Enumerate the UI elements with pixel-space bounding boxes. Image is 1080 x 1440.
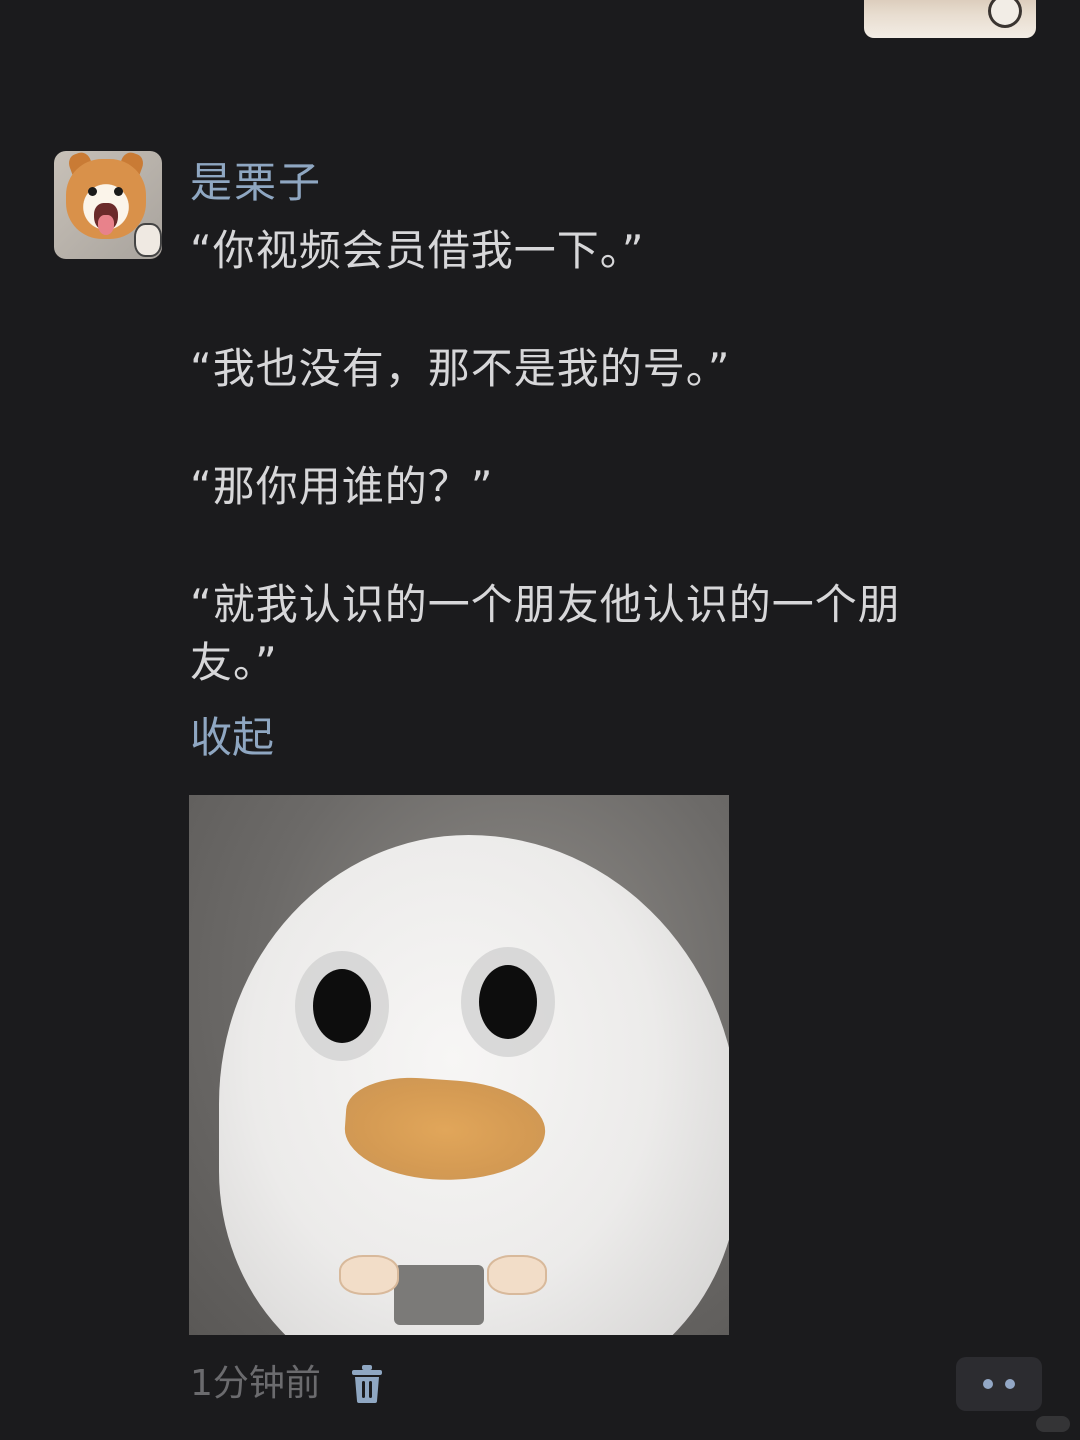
dog-eye-left	[88, 187, 97, 196]
paw-illustration	[988, 0, 1022, 28]
trash-icon-svg	[352, 1365, 382, 1403]
more-dots-icon	[983, 1379, 993, 1389]
comment-sticker-image[interactable]	[189, 795, 729, 1335]
duck-eye-left	[313, 969, 371, 1043]
more-dots-icon	[1005, 1379, 1015, 1389]
comment-line: “那你用谁的？”	[190, 462, 494, 511]
dog-tongue	[98, 215, 114, 235]
pointing-hand-left	[339, 1255, 399, 1295]
collapse-link[interactable]: 收起	[190, 710, 274, 766]
comment-username[interactable]: 是栗子	[190, 156, 322, 210]
watermark-badge	[1036, 1416, 1070, 1432]
comment-timestamp: 1分钟前	[190, 1363, 321, 1404]
comment-text: “你视频会员借我一下。” “我也没有，那不是我的号。” “那你用谁的？” “就我…	[190, 222, 960, 692]
comment-line: “我也没有，那不是我的号。”	[190, 344, 731, 393]
more-options-button[interactable]	[956, 1357, 1042, 1411]
thumbs-up-hand	[134, 223, 162, 257]
previous-comment-image[interactable]	[864, 0, 1036, 38]
trash-icon[interactable]	[350, 1364, 384, 1404]
comment-line: “就我认识的一个朋友他认识的一个朋友。”	[190, 580, 901, 687]
comment-line: “你视频会员借我一下。”	[190, 226, 645, 275]
duck-eye-right	[479, 965, 537, 1039]
phone-illustration	[394, 1265, 484, 1325]
dog-eye-right	[114, 187, 123, 196]
pointing-hand-right	[487, 1255, 547, 1295]
avatar[interactable]	[54, 151, 162, 259]
